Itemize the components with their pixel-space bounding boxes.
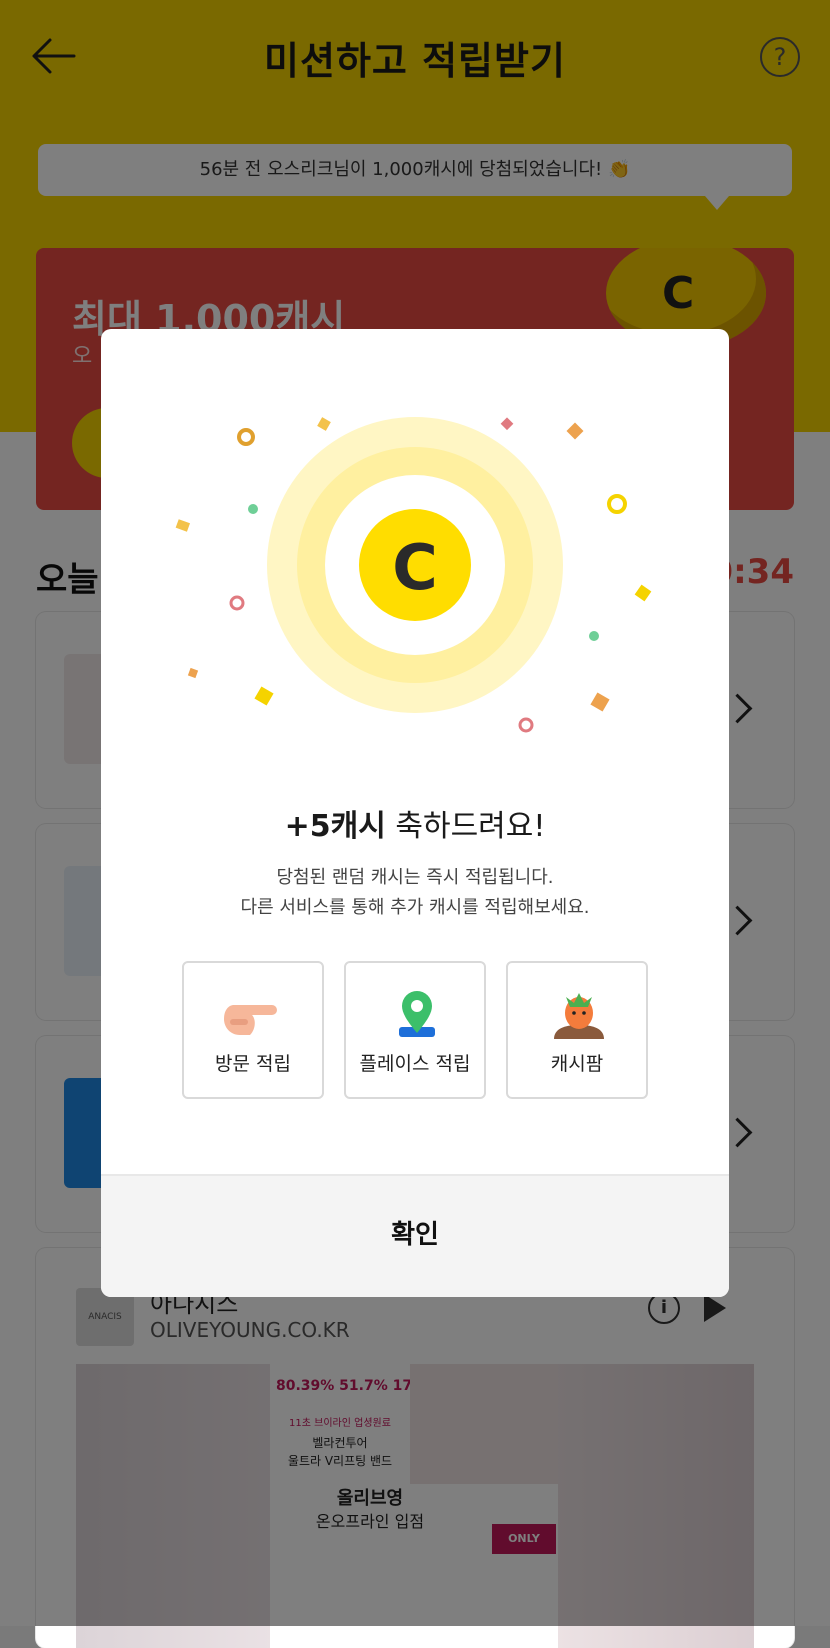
cash-farm-button[interactable]: 캐시팜: [506, 961, 648, 1099]
tile-label: 캐시팜: [550, 1053, 604, 1075]
reward-description: 당첨된 랜덤 캐시는 즉시 적립됩니다. 다른 서비스를 통해 추가 캐시를 적…: [101, 863, 729, 923]
carrot-character-icon: [554, 993, 604, 1039]
map-pin-icon: [399, 991, 435, 1037]
confetti-coin-illustration: C: [175, 417, 652, 733]
pointing-hand-icon: [224, 1005, 277, 1035]
reward-amount: +5캐시: [284, 809, 386, 844]
tile-label: 플레이스 적립: [359, 1053, 471, 1075]
visit-reward-button[interactable]: 방문 적립: [182, 961, 324, 1099]
reward-dialog: C +5캐시 축하드려요! 당첨된 랜덤 캐시는 즉시 적립됩니다. 다른 서비…: [101, 329, 729, 1297]
confirm-label: 확인: [391, 1220, 439, 1250]
coin-glyph: C: [392, 531, 438, 604]
description-line: 당첨된 랜덤 캐시는 즉시 적립됩니다.: [276, 867, 554, 888]
tile-label: 방문 적립: [215, 1053, 291, 1075]
confirm-button[interactable]: 확인: [101, 1174, 729, 1297]
reward-headline: +5캐시 축하드려요!: [101, 801, 729, 845]
place-reward-button[interactable]: 플레이스 적립: [344, 961, 486, 1099]
reward-congrats: 축하드려요!: [385, 809, 546, 844]
description-line: 다른 서비스를 통해 추가 캐시를 적립해보세요.: [240, 897, 590, 918]
